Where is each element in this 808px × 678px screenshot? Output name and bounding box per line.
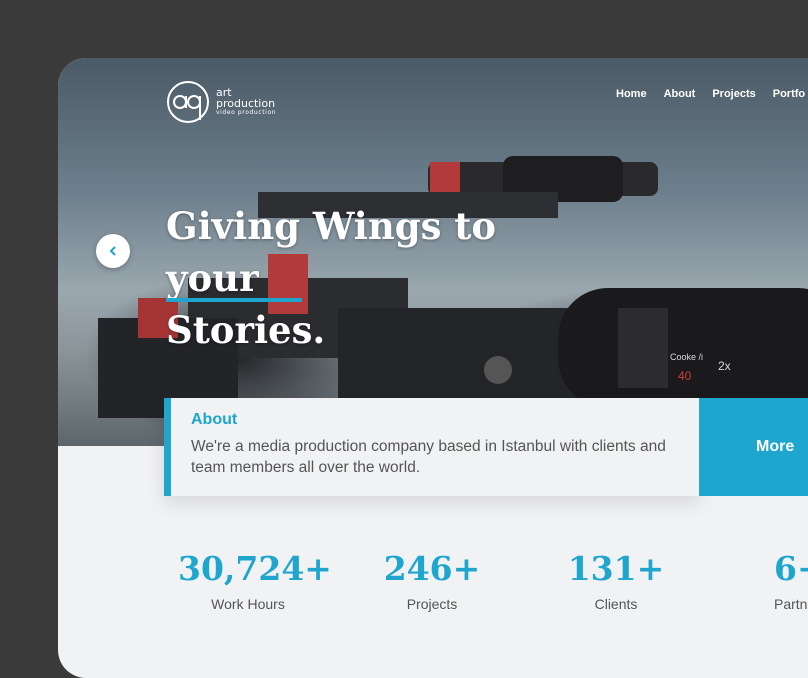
stat-label: Work Hours bbox=[211, 596, 285, 612]
stat-label: Projects bbox=[406, 596, 458, 612]
nav-home[interactable]: Home bbox=[616, 88, 647, 100]
main-nav: Home About Projects Portfo bbox=[616, 88, 808, 100]
logo-mark-icon bbox=[167, 81, 209, 123]
nav-about[interactable]: About bbox=[664, 88, 696, 100]
stat-label: Partn bbox=[774, 596, 808, 612]
prev-slide-button[interactable] bbox=[96, 234, 130, 268]
svg-text:Cooke /i: Cooke /i bbox=[670, 352, 703, 362]
about-body: We're a media production company based i… bbox=[191, 438, 666, 476]
stat-value: 6+ bbox=[774, 549, 808, 588]
stat-value: 131+ bbox=[567, 549, 665, 588]
more-button[interactable]: More bbox=[699, 398, 808, 496]
nav-projects[interactable]: Projects bbox=[712, 88, 755, 100]
stat-value: 246+ bbox=[383, 549, 481, 588]
svg-text:40: 40 bbox=[678, 369, 692, 383]
nav-portfolio[interactable]: Portfo bbox=[773, 88, 805, 100]
logo-line-2: production bbox=[216, 97, 276, 110]
logo-line-3: video production bbox=[216, 109, 277, 116]
hero-headline: Giving Wings to your Stories. bbox=[166, 200, 586, 356]
brand-logo[interactable]: art production video production bbox=[166, 80, 276, 124]
stat-partners: 6+ Partn bbox=[758, 548, 808, 612]
chevron-left-icon bbox=[109, 246, 116, 256]
stat-clients: 131+ Clients bbox=[561, 548, 671, 612]
page-frame: Cooke /i 40 2x art production video prod… bbox=[58, 58, 808, 678]
about-card: About We're a media production company b… bbox=[164, 398, 700, 496]
headline-underline bbox=[166, 298, 302, 302]
hero-headline-line-1: Giving Wings to your bbox=[166, 204, 497, 300]
about-title: About bbox=[191, 411, 238, 428]
stat-work-hours: 30,724+ Work Hours bbox=[178, 548, 332, 612]
logo-wordmark: art production video production bbox=[216, 87, 276, 117]
stat-value: 30,724+ bbox=[178, 549, 332, 588]
hero-headline-line-2: Stories. bbox=[166, 308, 326, 352]
svg-text:2x: 2x bbox=[718, 359, 731, 373]
stat-projects: 246+ Projects bbox=[372, 548, 492, 612]
stat-label: Clients bbox=[594, 596, 638, 612]
hero-section: Cooke /i 40 2x art production video prod… bbox=[58, 58, 808, 446]
